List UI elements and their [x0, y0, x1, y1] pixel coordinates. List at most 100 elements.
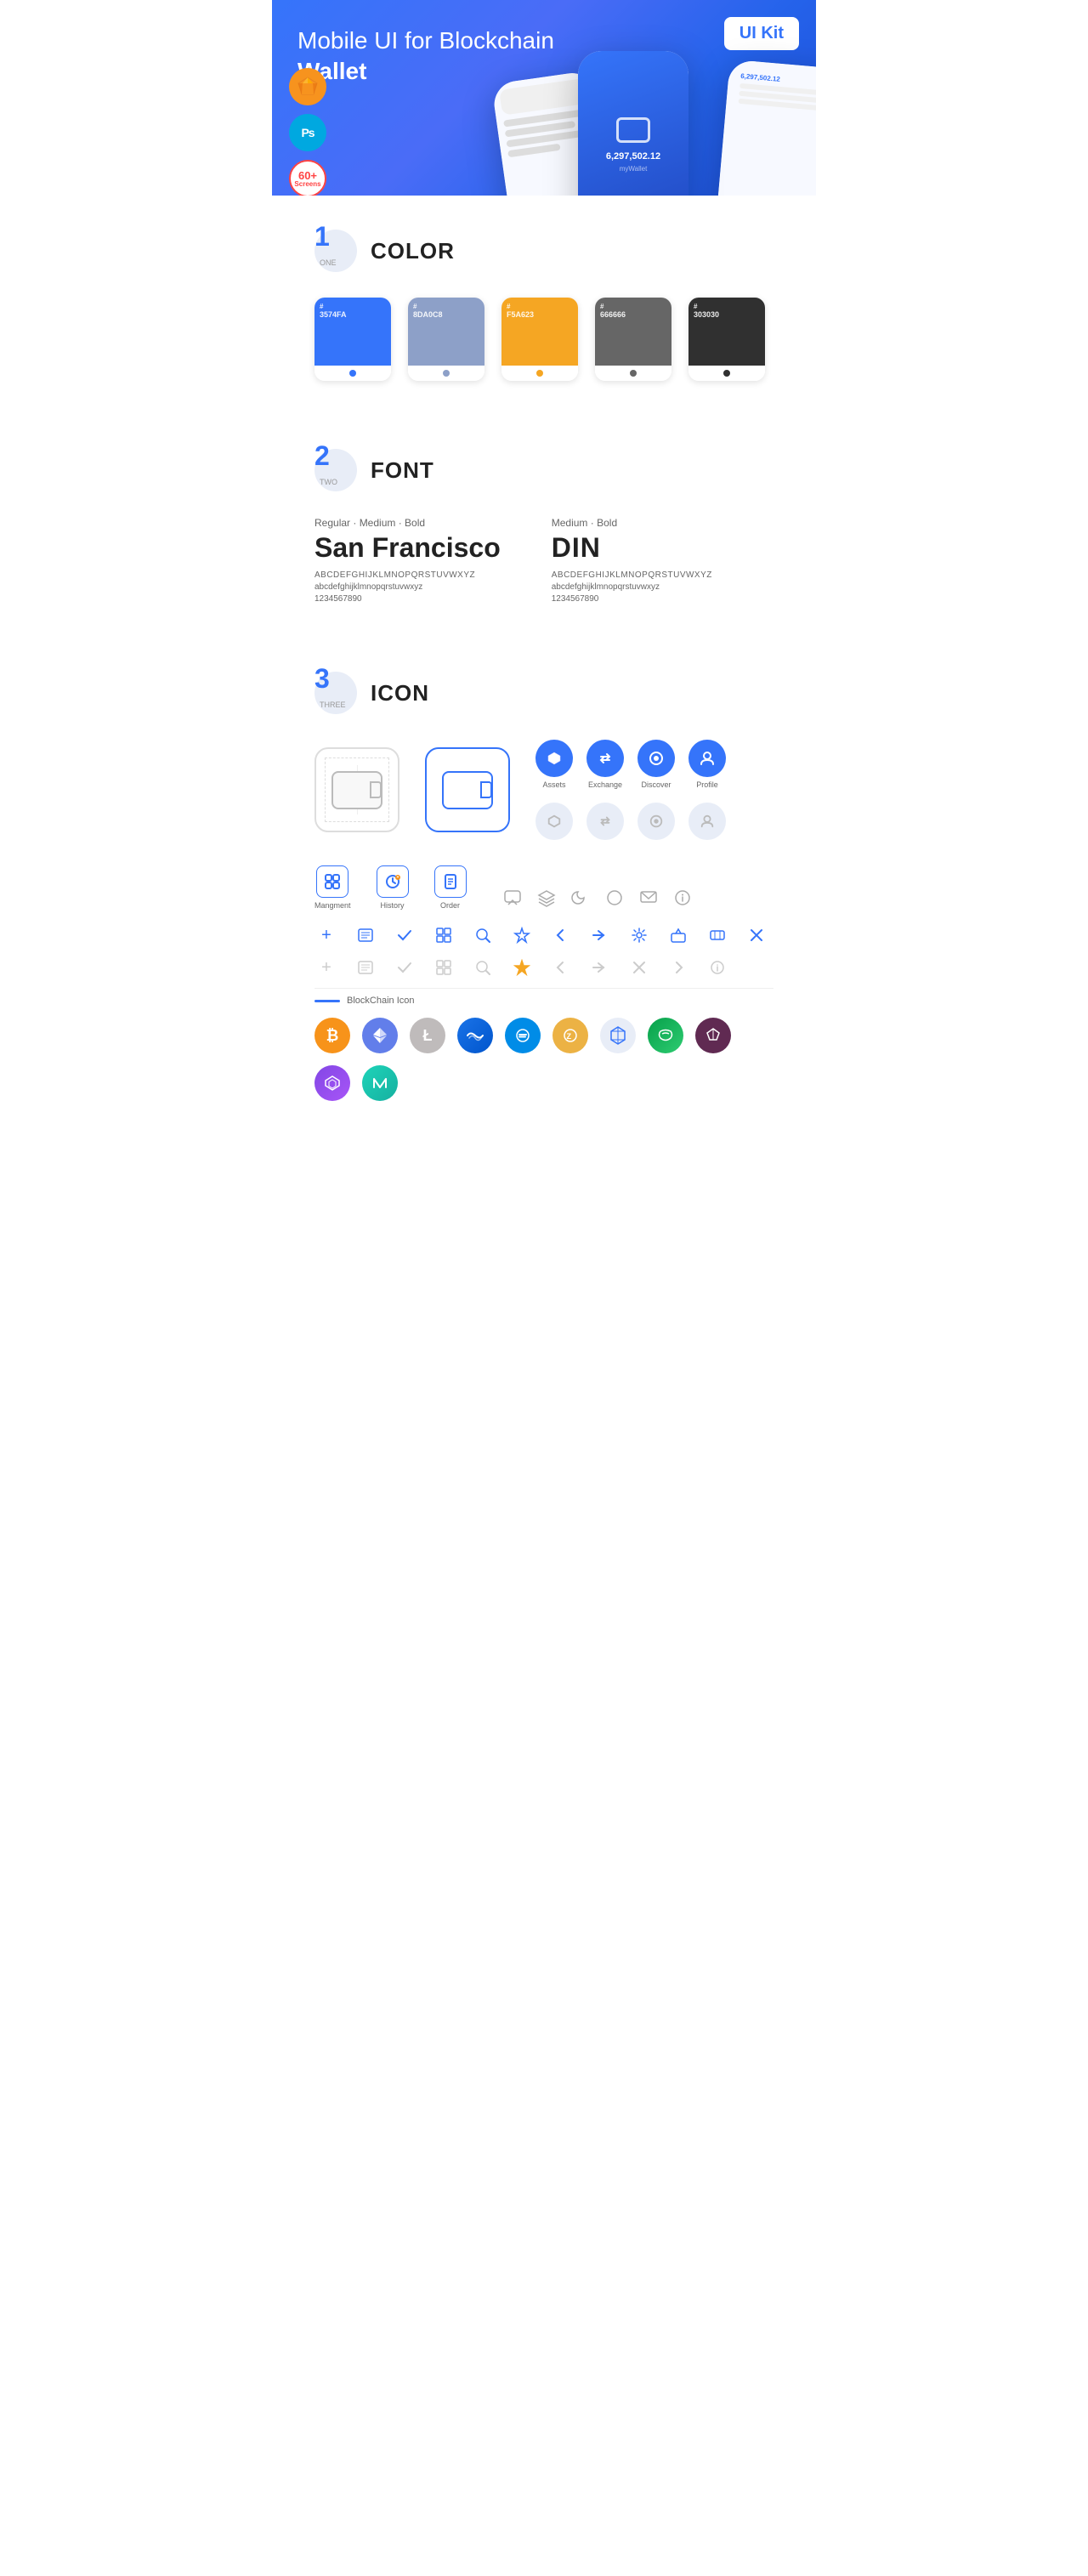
font-din-style: Medium · Bold	[552, 517, 712, 529]
icon-section-title: ICON	[371, 680, 429, 706]
assets-gray-icon	[536, 803, 573, 840]
small-icons-blue-row: +	[314, 923, 774, 947]
color-card-orange: # F5A623	[502, 298, 578, 381]
nuls-icon	[362, 1065, 398, 1101]
color-card-blue: # 3574FA	[314, 298, 391, 381]
icon-main-row: Assets Exchange Discover	[314, 740, 774, 840]
litecoin-icon: Ł	[410, 1018, 445, 1053]
font-sf-upper: ABCDEFGHIJKLMNOPQRSTUVWXYZ	[314, 570, 501, 580]
font-sf-numbers: 1234567890	[314, 594, 501, 604]
icon-wallet-outline-box	[314, 747, 400, 832]
qr-icon-gray	[432, 956, 456, 979]
blockchain-label: BlockChain Icon	[314, 996, 774, 1006]
discover-icon	[638, 740, 675, 777]
waves-icon	[457, 1018, 493, 1053]
grid-icon	[600, 1018, 636, 1053]
badges-column: Ps 60+ Screens	[289, 68, 326, 196]
share-icon-gray	[588, 956, 612, 979]
management-icon	[316, 865, 348, 898]
phone-right: 6,297,502.12	[715, 60, 816, 196]
list-icon-blue	[354, 923, 377, 947]
dash-icon	[505, 1018, 541, 1053]
info-icon	[671, 886, 694, 910]
blockchain-divider	[314, 988, 774, 989]
hero-section: Mobile UI for Blockchain Wallet UI Kit P…	[272, 0, 816, 196]
assets-icon	[536, 740, 573, 777]
font-section: 2 TWO FONT Regular · Medium · Bold San F…	[272, 415, 816, 638]
icon-section-header: 3 THREE ICON	[314, 672, 774, 714]
layers-icon	[535, 886, 558, 910]
icon-section: 3 THREE ICON Assets	[272, 638, 816, 1135]
colors-row: # 3574FA # 8DA0C8 # F5A623 # 666666	[314, 298, 774, 381]
settings-icon-blue	[627, 923, 651, 947]
sketch-badge	[289, 68, 326, 105]
mgmt-row: Mangment History Order	[314, 865, 774, 910]
blockchain-line-decoration	[314, 1000, 340, 1002]
svg-text:Z: Z	[567, 1032, 572, 1041]
font-din-name: DIN	[552, 532, 712, 564]
steem-icon	[648, 1018, 683, 1053]
font-sf: Regular · Medium · Bold San Francisco AB…	[314, 517, 501, 604]
exchange-icon	[586, 740, 624, 777]
augur-icon	[695, 1018, 731, 1053]
icon-gray-row	[536, 803, 726, 840]
ethereum-icon	[362, 1018, 398, 1053]
font-sf-name: San Francisco	[314, 532, 501, 564]
icon-assets: Assets	[536, 740, 573, 789]
chat-icon	[501, 886, 524, 910]
forward-icon-gray	[666, 956, 690, 979]
moon-icon	[569, 886, 592, 910]
font-din: Medium · Bold DIN ABCDEFGHIJKLMNOPQRSTUV…	[552, 517, 712, 604]
font-din-numbers: 1234567890	[552, 594, 712, 604]
plus-icon-blue: +	[314, 923, 338, 947]
font-sf-lower: abcdefghijklmnopqrstuvwxyz	[314, 582, 501, 592]
color-card-grayblue: # 8DA0C8	[408, 298, 484, 381]
font-section-title: FONT	[371, 457, 434, 484]
crypto-icons-row: ₿ Ł Z	[314, 1018, 774, 1101]
screens-badge: 60+ Screens	[289, 160, 326, 196]
back-icon-gray	[549, 956, 573, 979]
phone-mockups: 6,297,502.12 myWallet 6,297,502.12	[476, 17, 816, 196]
font-sf-style: Regular · Medium · Bold	[314, 517, 501, 529]
check-icon-gray	[393, 956, 416, 979]
plus-icon-gray: +	[314, 956, 338, 979]
icon-colored-groups: Assets Exchange Discover	[536, 740, 726, 840]
star-icon-blue	[510, 923, 534, 947]
color-section-number: 1 ONE	[314, 230, 357, 272]
icon-profile: Profile	[688, 740, 726, 789]
icon-section-number: 3 THREE	[314, 672, 357, 714]
zcash-icon: Z	[552, 1018, 588, 1053]
matic-icon	[314, 1065, 350, 1101]
icon-wallet-filled-box	[425, 747, 510, 832]
font-section-header: 2 TWO FONT	[314, 449, 774, 491]
icon-history: History	[377, 865, 409, 910]
blockchain-label-text: BlockChain Icon	[347, 996, 415, 1006]
info-icon-gray	[706, 956, 729, 979]
share-icon-blue	[588, 923, 612, 947]
small-icons-gray-row: +	[314, 956, 774, 979]
search-icon-gray	[471, 956, 495, 979]
misc-icons-row	[501, 886, 694, 910]
font-din-upper: ABCDEFGHIJKLMNOPQRSTUVWXYZ	[552, 570, 712, 580]
color-section: 1 ONE COLOR # 3574FA # 8DA0C8 # F5A623	[272, 196, 816, 415]
profile-gray-icon	[688, 803, 726, 840]
fonts-row: Regular · Medium · Bold San Francisco AB…	[314, 517, 774, 604]
color-card-nearblack: # 303030	[688, 298, 765, 381]
circle-icon	[603, 886, 626, 910]
profile-icon	[688, 740, 726, 777]
color-card-darkgray: # 666666	[595, 298, 672, 381]
close-icon-gray	[627, 956, 651, 979]
resize-icon-blue	[706, 923, 729, 947]
list-icon-gray	[354, 956, 377, 979]
check-icon-blue	[393, 923, 416, 947]
exchange-gray-icon	[586, 803, 624, 840]
close-icon-blue	[745, 923, 768, 947]
message-icon	[637, 886, 660, 910]
icon-discover: Discover	[638, 740, 675, 789]
color-section-header: 1 ONE COLOR	[314, 230, 774, 272]
star-icon-yellow	[510, 956, 534, 979]
back-icon-blue	[549, 923, 573, 947]
font-section-number: 2 TWO	[314, 449, 357, 491]
search-icon-blue	[471, 923, 495, 947]
phone-center: 6,297,502.12 myWallet	[578, 51, 688, 196]
